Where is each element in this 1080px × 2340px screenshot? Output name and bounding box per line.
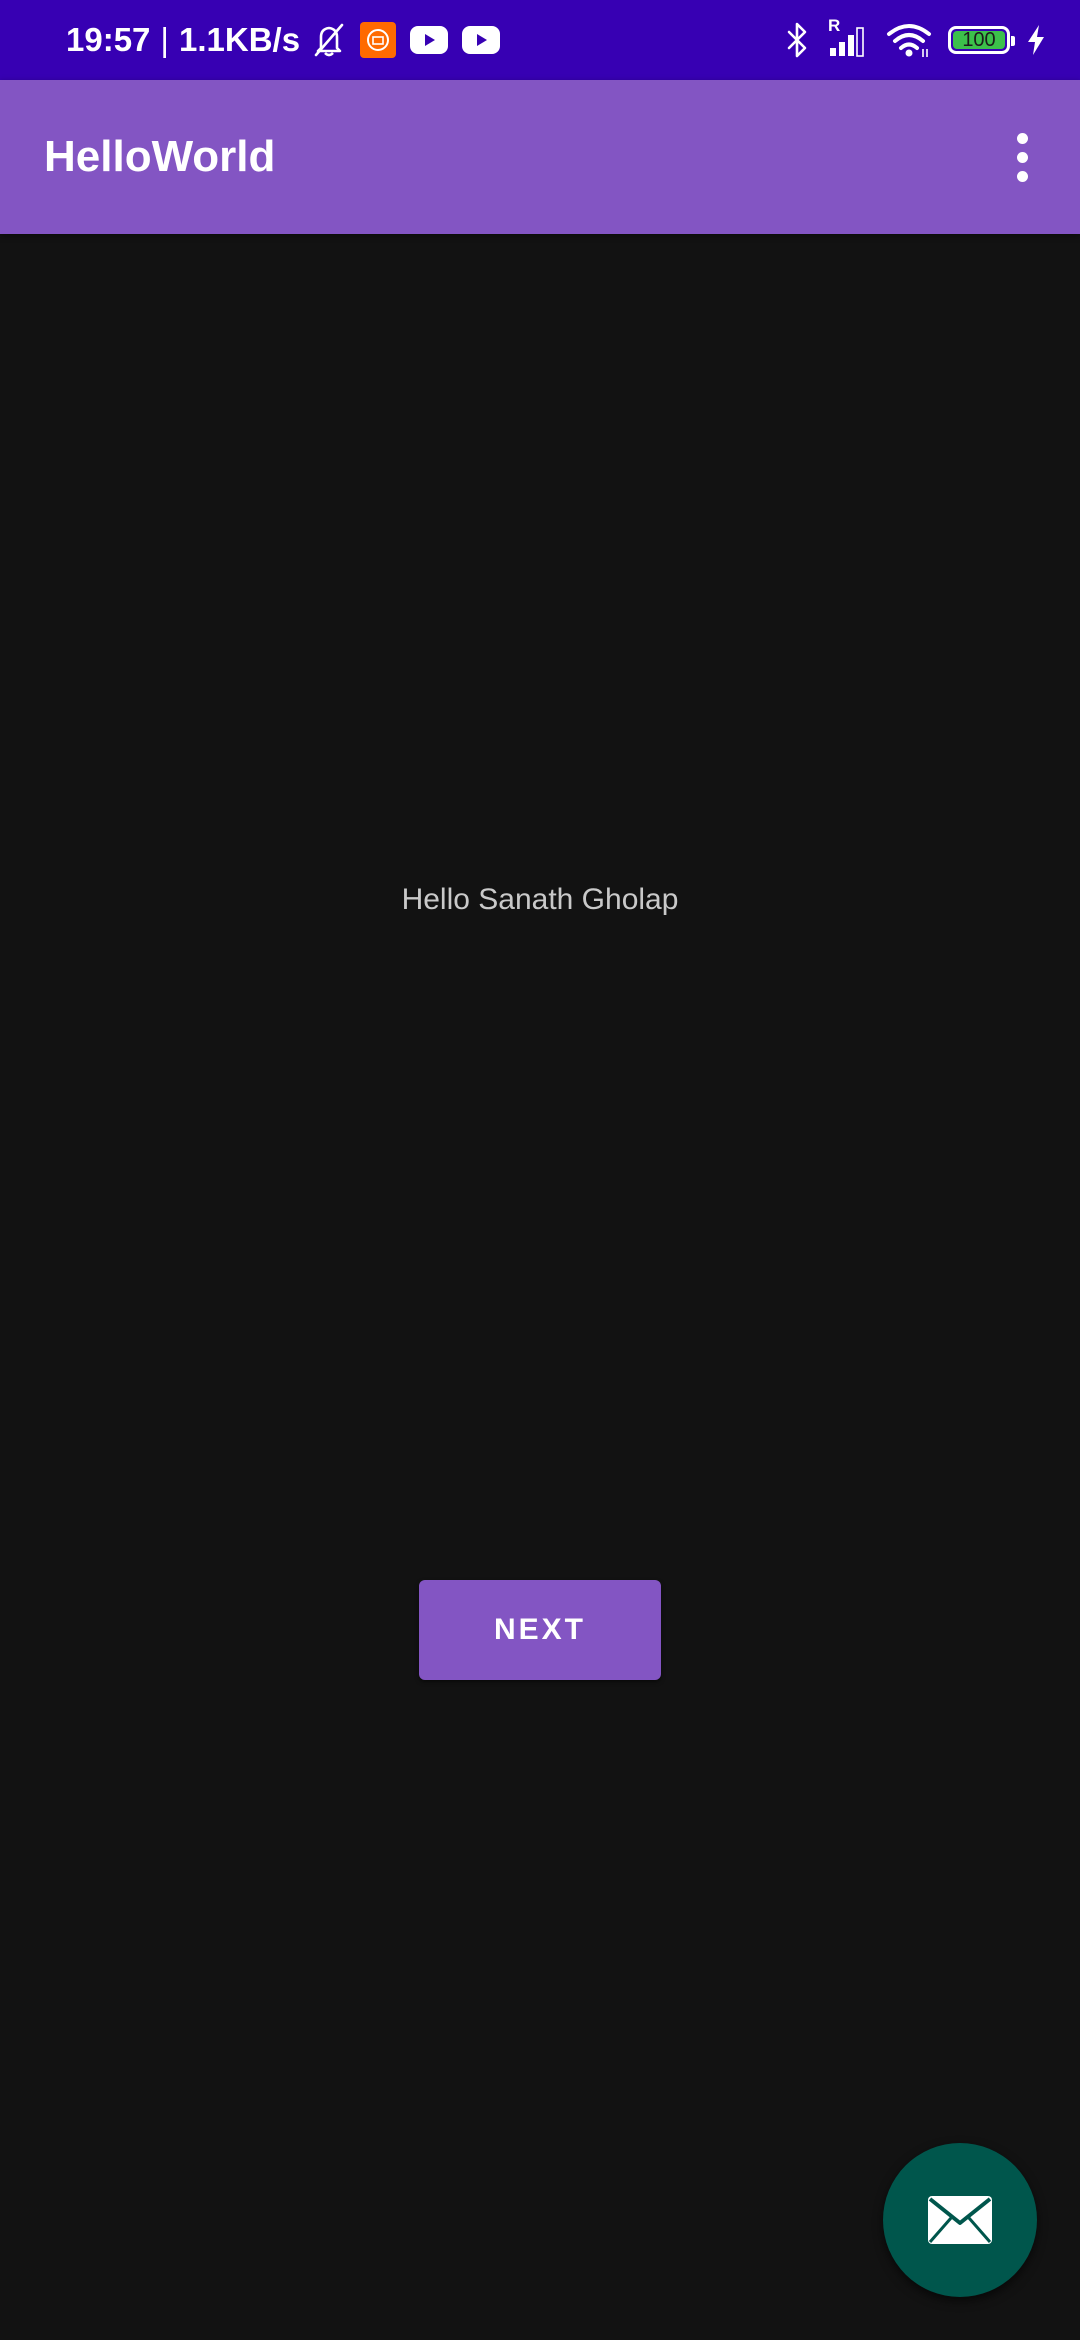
youtube-icon: [462, 26, 501, 54]
battery-icon: 100: [948, 26, 1015, 54]
battery-level: 100: [962, 28, 996, 51]
battery-nub: [1011, 36, 1015, 46]
network-speed: 1.1KB/s: [178, 21, 301, 58]
wifi-icon: [886, 22, 932, 58]
status-bar-right: R 100: [782, 0, 1046, 80]
status-bar-left: 19:57 | 1.1KB/s: [66, 0, 501, 80]
more-vert-icon: [1016, 132, 1028, 182]
app-title: HelloWorld: [44, 132, 276, 181]
youtube-icon: [410, 26, 449, 54]
mail-fab-button[interactable]: [883, 2143, 1037, 2297]
next-button[interactable]: NEXT: [419, 1580, 661, 1680]
signal-roaming-icon: R: [828, 16, 870, 58]
status-separator: |: [160, 21, 169, 58]
status-bar: 19:57 | 1.1KB/s R 100: [0, 0, 1080, 80]
bluetooth-icon: [782, 21, 812, 59]
bell-off-icon: [312, 22, 346, 58]
mi-app-icon: [360, 22, 397, 58]
roaming-label: R: [828, 16, 841, 35]
charging-icon: [1026, 24, 1046, 56]
status-time: 19:57: [66, 21, 151, 58]
overflow-menu-button[interactable]: [982, 117, 1062, 197]
mail-icon: [926, 2194, 994, 2246]
app-bar: HelloWorld: [0, 80, 1080, 234]
greeting-text: Hello Sanath Gholap: [401, 883, 679, 916]
app-screen: 19:57 | 1.1KB/s R 100 HelloWorld Hello S…: [0, 0, 1080, 2340]
